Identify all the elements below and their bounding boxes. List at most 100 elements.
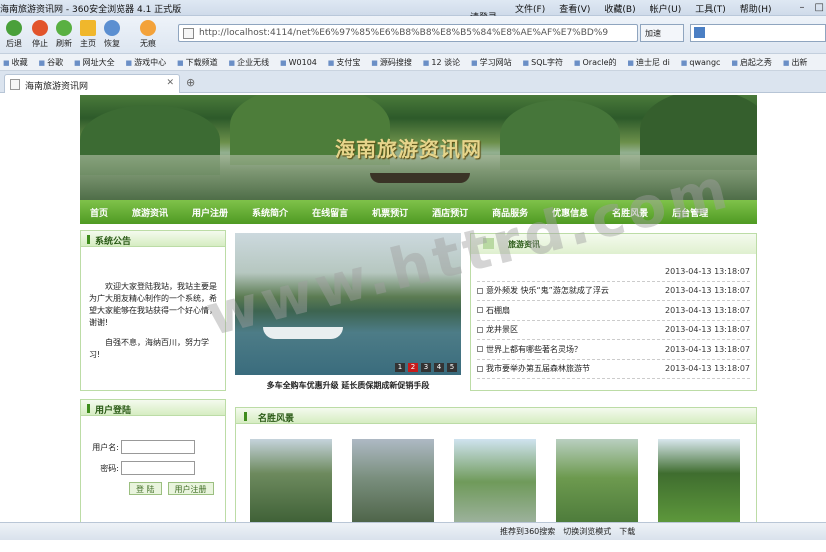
news-date: 2013-04-13 13:18:07 bbox=[665, 325, 750, 335]
news-item[interactable]: 石棚扇 2013-04-13 13:18:07 bbox=[477, 301, 750, 321]
accelerate-button[interactable]: 加速 bbox=[640, 24, 684, 42]
nav-home[interactable]: 首页 bbox=[90, 206, 108, 219]
bookmark-item[interactable]: 支付宝 bbox=[328, 57, 360, 68]
news-title[interactable]: 世界上都有哪些著名灵场？ bbox=[486, 344, 664, 355]
nav-flights[interactable]: 机票预订 bbox=[372, 206, 408, 219]
slideshow-image[interactable]: 1 2 3 4 5 bbox=[235, 233, 461, 375]
incognito-button[interactable]: 无痕 bbox=[136, 20, 160, 49]
register-button[interactable]: 用户注册 bbox=[167, 482, 214, 495]
undo-button[interactable]: 恢复 bbox=[100, 20, 124, 49]
news-title[interactable]: 意外频发 快乐“鬼”游怎就成了浮云 bbox=[486, 285, 664, 296]
username-input[interactable] bbox=[121, 440, 195, 454]
scenic-gallery bbox=[235, 424, 757, 527]
login-button[interactable]: 登 陆 bbox=[129, 482, 162, 495]
bookmark-item[interactable]: 下载频道 bbox=[177, 57, 218, 68]
window-title: 海南旅游资讯网 - 360安全浏览器 4.1 正式版 bbox=[0, 5, 182, 15]
news-title[interactable]: 石棚扇 bbox=[486, 305, 664, 316]
news-title[interactable]: 我市要举办第五届森林旅游节 bbox=[486, 363, 664, 374]
undo-icon bbox=[104, 20, 120, 36]
site-banner: 海南旅游资讯网 bbox=[80, 95, 757, 200]
close-icon[interactable]: ✕ bbox=[166, 78, 174, 88]
site-title: 海南旅游资讯网 bbox=[335, 137, 482, 161]
bookmark-item[interactable]: 企业无线 bbox=[229, 57, 269, 68]
tab-title: 海南旅游资讯网 bbox=[25, 82, 89, 92]
bookmark-item[interactable]: qwangc bbox=[681, 58, 720, 67]
back-button[interactable]: 后退 bbox=[2, 20, 26, 49]
incognito-label: 无痕 bbox=[140, 39, 156, 48]
browser-toolbar: 后退 停止 刷新 主页 恢复 无痕 http://localhost:4114/… bbox=[0, 16, 826, 54]
nav-hotels[interactable]: 酒店预订 bbox=[432, 206, 468, 219]
refresh-icon bbox=[56, 20, 72, 36]
bookmark-item[interactable]: SQL字符 bbox=[523, 57, 563, 68]
news-item[interactable]: 2013-04-13 13:18:07 bbox=[477, 262, 750, 282]
minimize-icon[interactable]: – bbox=[800, 2, 805, 13]
scenic-photo[interactable] bbox=[352, 439, 434, 525]
news-date: 2013-04-13 13:18:07 bbox=[665, 286, 750, 296]
speedboat-image bbox=[263, 327, 343, 339]
tab-active[interactable]: 海南旅游资讯网 ✕ bbox=[4, 74, 180, 93]
stop-button[interactable]: 停止 bbox=[28, 20, 52, 49]
bookmark-item[interactable]: 网址大全 bbox=[74, 57, 115, 68]
news-item[interactable]: 世界上都有哪些著名灵场？ 2013-04-13 13:18:07 bbox=[477, 340, 750, 360]
news-item[interactable]: 意外频发 快乐“鬼”游怎就成了浮云 2013-04-13 13:18:07 bbox=[477, 282, 750, 301]
nav-travel-news[interactable]: 旅游资讯 bbox=[132, 206, 168, 219]
scenic-photo[interactable] bbox=[658, 439, 740, 525]
slide-page[interactable]: 2 bbox=[408, 363, 418, 372]
news-item[interactable]: 龙井景区 2013-04-13 13:18:07 bbox=[477, 321, 750, 340]
bookmark-item[interactable]: 游戏中心 bbox=[126, 57, 166, 68]
nav-admin[interactable]: 后台管理 bbox=[672, 206, 708, 219]
status-search[interactable]: 推荐到360搜索 bbox=[500, 526, 555, 537]
back-label: 后退 bbox=[6, 39, 22, 48]
bookmark-item[interactable]: 12 谈论 bbox=[423, 57, 460, 68]
nav-register[interactable]: 用户注册 bbox=[192, 206, 228, 219]
new-tab-icon[interactable]: ⊕ bbox=[186, 76, 195, 89]
news-title[interactable]: 龙井景区 bbox=[486, 324, 664, 335]
news-date: 2013-04-13 13:18:07 bbox=[665, 364, 750, 374]
bookmark-item[interactable]: 出新 bbox=[783, 57, 807, 68]
password-input[interactable] bbox=[121, 461, 195, 475]
bullet-icon bbox=[477, 346, 483, 353]
status-download[interactable]: 下载 bbox=[619, 526, 635, 537]
nav-about[interactable]: 系统简介 bbox=[252, 206, 288, 219]
slide-page[interactable]: 5 bbox=[447, 363, 457, 372]
bookmark-item[interactable]: Oracle的 bbox=[574, 57, 616, 68]
bookmark-item[interactable]: 学习网站 bbox=[471, 57, 512, 68]
news-panel: 旅游资讯 2013-04-13 13:18:07 意外频发 快乐“鬼”游怎就成了… bbox=[470, 233, 757, 391]
bullet-icon bbox=[477, 326, 483, 333]
bookmark-item[interactable]: 谷歌 bbox=[39, 57, 63, 68]
window-controls: – □ bbox=[800, 2, 824, 13]
scenic-section: 名胜风景 bbox=[235, 407, 757, 527]
bullet-icon bbox=[477, 287, 483, 294]
web-page: 海南旅游资讯网 首页 旅游资讯 用户注册 系统简介 在线留言 机票预订 酒店预订… bbox=[80, 95, 757, 527]
maximize-icon[interactable]: □ bbox=[815, 2, 824, 13]
nav-products[interactable]: 商品服务 bbox=[492, 206, 528, 219]
bookmark-item[interactable]: 收藏 bbox=[3, 57, 28, 68]
search-box[interactable] bbox=[690, 24, 826, 42]
address-bar[interactable]: http://localhost:4114/net%E6%97%85%E6%B8… bbox=[178, 24, 638, 42]
username-label: 用户名: bbox=[92, 442, 119, 452]
nav-deals[interactable]: 优惠信息 bbox=[552, 206, 588, 219]
address-url: http://localhost:4114/net%E6%97%85%E6%B8… bbox=[199, 28, 609, 38]
scenic-photo[interactable] bbox=[454, 439, 536, 525]
news-date: 2013-04-13 13:18:07 bbox=[665, 305, 750, 315]
bookmark-item[interactable]: W0104 bbox=[280, 58, 317, 67]
bookmark-item[interactable]: 源码搜搜 bbox=[371, 57, 412, 68]
nav-scenic[interactable]: 名胜风景 bbox=[612, 206, 648, 219]
scenic-photo[interactable] bbox=[556, 439, 638, 525]
slide-page[interactable]: 1 bbox=[395, 363, 405, 372]
news-item[interactable]: 我市要举办第五届森林旅游节 2013-04-13 13:18:07 bbox=[477, 360, 750, 379]
paw-icon bbox=[140, 20, 156, 36]
slide-page[interactable]: 3 bbox=[421, 363, 431, 372]
bookmark-item[interactable]: 启起之秀 bbox=[731, 57, 772, 68]
home-button[interactable]: 主页 bbox=[76, 20, 100, 49]
notice-text: 欢迎大家登陆我站，我站主要是为广大朋友精心制作的一个系统，希望大家能够在我站获得… bbox=[89, 282, 217, 327]
nav-guestbook[interactable]: 在线留言 bbox=[312, 206, 348, 219]
refresh-label: 刷新 bbox=[56, 39, 72, 48]
refresh-button[interactable]: 刷新 bbox=[52, 20, 76, 49]
scenic-heading: 名胜风景 bbox=[235, 407, 757, 424]
status-mode[interactable]: 切换浏览模式 bbox=[563, 526, 611, 537]
slide-caption[interactable]: 多车全购车优惠升级 延长质保期成新促销手段 bbox=[235, 380, 461, 391]
bookmark-item[interactable]: 迪士尼 di bbox=[627, 57, 670, 68]
scenic-photo[interactable] bbox=[250, 439, 332, 525]
slide-page[interactable]: 4 bbox=[434, 363, 444, 372]
